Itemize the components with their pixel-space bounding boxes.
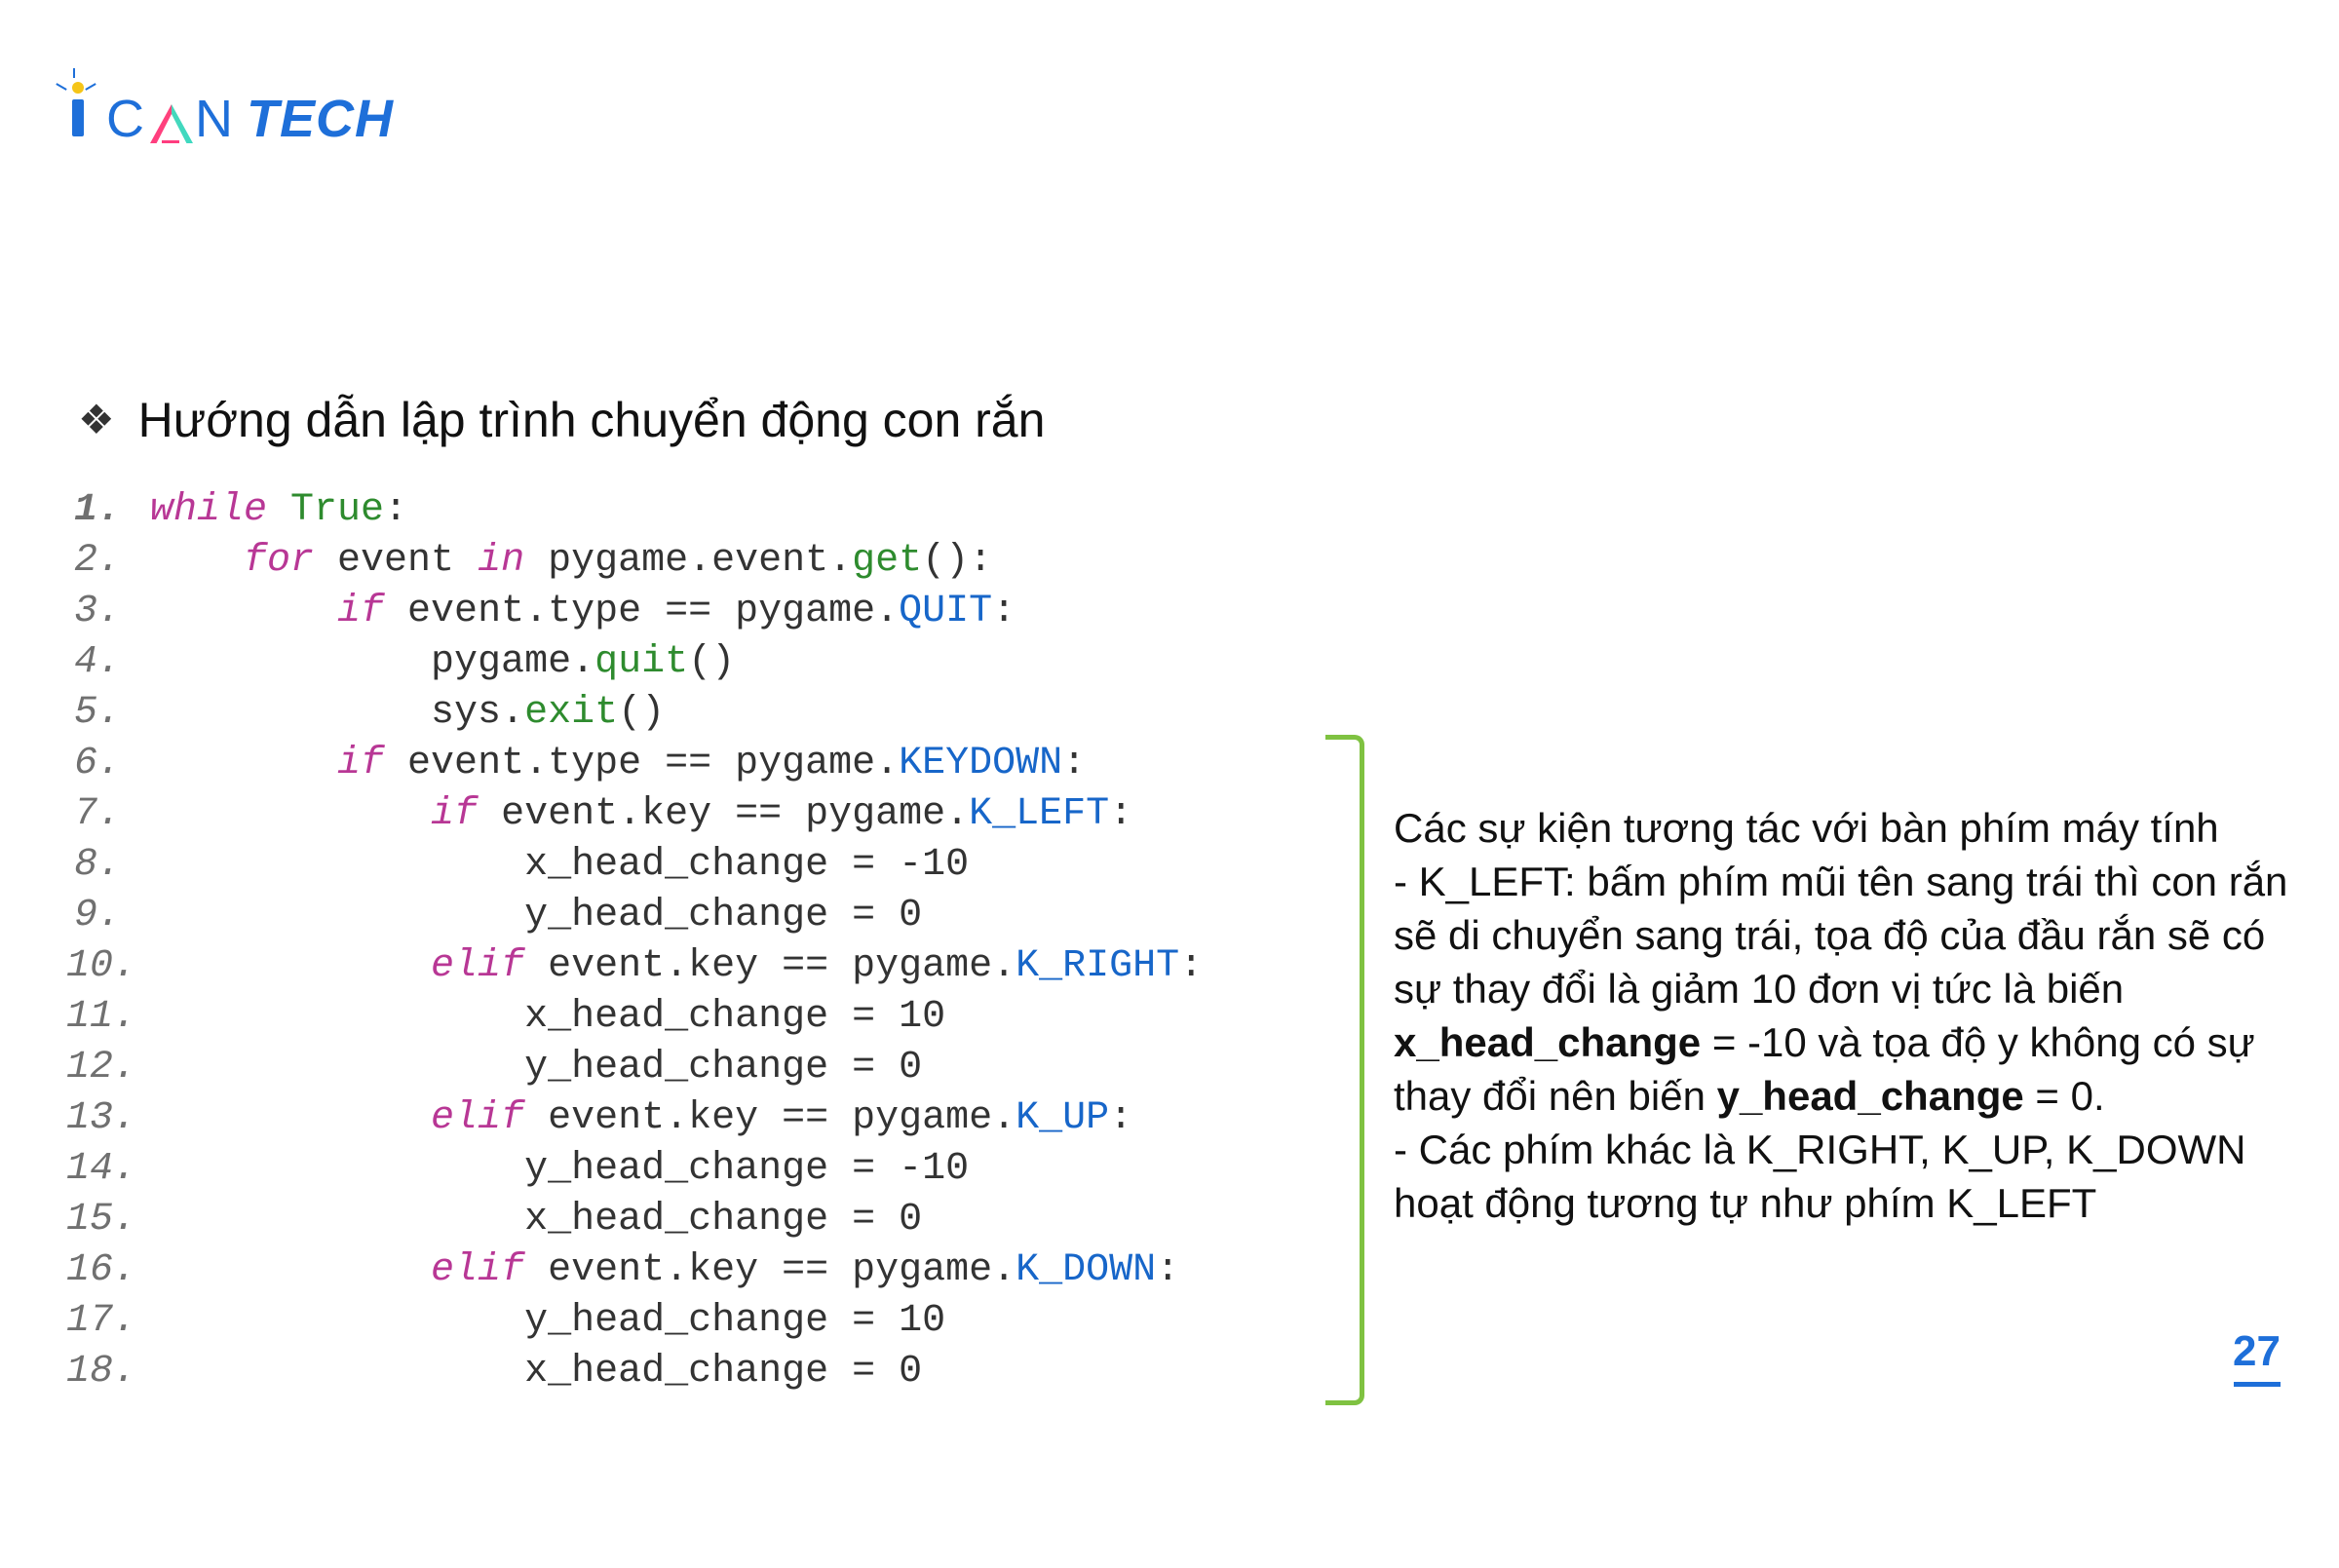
line-number: 18. (66, 1347, 150, 1397)
code-content: y_head_change = 10 (150, 1296, 945, 1347)
line-number: 11. (66, 992, 150, 1043)
code-line: 4. pygame.quit() (66, 637, 1203, 688)
code-line: 15. x_head_change = 0 (66, 1195, 1203, 1245)
line-number: 2. (66, 536, 150, 587)
slide-heading: ❖ Hướng dẫn lập trình chuyển động con rắ… (78, 392, 1045, 448)
line-number: 10. (66, 941, 150, 992)
code-content: if event.type == pygame.QUIT: (150, 587, 1016, 637)
code-line: 13. elif event.key == pygame.K_UP: (66, 1093, 1203, 1144)
code-line: 16. elif event.key == pygame.K_DOWN: (66, 1245, 1203, 1296)
page-number: 27 (2233, 1327, 2281, 1387)
code-content: for event in pygame.event.get(): (150, 536, 992, 587)
code-content: x_head_change = 0 (150, 1347, 922, 1397)
code-content: x_head_change = -10 (150, 840, 969, 891)
line-number: 17. (66, 1296, 150, 1347)
code-content: y_head_change = 0 (150, 891, 922, 941)
diamond-bullet-icon: ❖ (78, 400, 115, 440)
code-line: 10. elif event.key == pygame.K_RIGHT: (66, 941, 1203, 992)
explain-line: Các sự kiện tương tác với bàn phím máy t… (1394, 801, 2310, 855)
code-content: y_head_change = -10 (150, 1144, 969, 1195)
explanation-text: Các sự kiện tương tác với bàn phím máy t… (1394, 801, 2310, 1230)
explain-line: - Các phím khác là K_RIGHT, K_UP, K_DOWN… (1394, 1123, 2310, 1230)
code-content: x_head_change = 0 (150, 1195, 922, 1245)
code-line: 1.while True: (66, 485, 1203, 536)
code-line: 14. y_head_change = -10 (66, 1144, 1203, 1195)
code-line: 11. x_head_change = 10 (66, 992, 1203, 1043)
code-line: 5. sys.exit() (66, 688, 1203, 739)
line-number: 7. (66, 789, 150, 840)
code-line: 9. y_head_change = 0 (66, 891, 1203, 941)
line-number: 13. (66, 1093, 150, 1144)
line-number: 8. (66, 840, 150, 891)
code-content: sys.exit() (150, 688, 665, 739)
explain-line: - K_LEFT: bấm phím mũi tên sang trái thì… (1394, 855, 2310, 1123)
code-line: 6. if event.type == pygame.KEYDOWN: (66, 739, 1203, 789)
code-block: 1.while True:2. for event in pygame.even… (66, 485, 1203, 1397)
line-number: 6. (66, 739, 150, 789)
code-line: 17. y_head_change = 10 (66, 1296, 1203, 1347)
line-number: 14. (66, 1144, 150, 1195)
heading-text: Hướng dẫn lập trình chuyển động con rắn (138, 392, 1046, 448)
line-number: 15. (66, 1195, 150, 1245)
code-line: 8. x_head_change = -10 (66, 840, 1203, 891)
code-line: 2. for event in pygame.event.get(): (66, 536, 1203, 587)
line-number: 4. (66, 637, 150, 688)
logo-lightbulb-icon (63, 76, 93, 136)
code-content: elif event.key == pygame.K_DOWN: (150, 1245, 1179, 1296)
code-line: 7. if event.key == pygame.K_LEFT: (66, 789, 1203, 840)
code-content: x_head_change = 10 (150, 992, 945, 1043)
line-number: 3. (66, 587, 150, 637)
code-content: elif event.key == pygame.K_UP: (150, 1093, 1132, 1144)
code-line: 18. x_head_change = 0 (66, 1347, 1203, 1397)
logo: CN TECH (63, 76, 394, 149)
line-number: 16. (66, 1245, 150, 1296)
code-content: pygame.quit() (150, 637, 735, 688)
line-number: 12. (66, 1043, 150, 1093)
line-number: 5. (66, 688, 150, 739)
code-line: 3. if event.type == pygame.QUIT: (66, 587, 1203, 637)
logo-tech: TECH (247, 89, 394, 149)
code-content: if event.key == pygame.K_LEFT: (150, 789, 1132, 840)
line-number: 9. (66, 891, 150, 941)
code-content: if event.type == pygame.KEYDOWN: (150, 739, 1086, 789)
code-content: elif event.key == pygame.K_RIGHT: (150, 941, 1203, 992)
code-content: while True: (150, 485, 407, 536)
code-content: y_head_change = 0 (150, 1043, 922, 1093)
brace-bracket (1325, 735, 1364, 1405)
code-line: 12. y_head_change = 0 (66, 1043, 1203, 1093)
logo-can: CN (106, 89, 235, 149)
page-number-underline (2234, 1382, 2281, 1387)
line-number: 1. (66, 485, 150, 536)
